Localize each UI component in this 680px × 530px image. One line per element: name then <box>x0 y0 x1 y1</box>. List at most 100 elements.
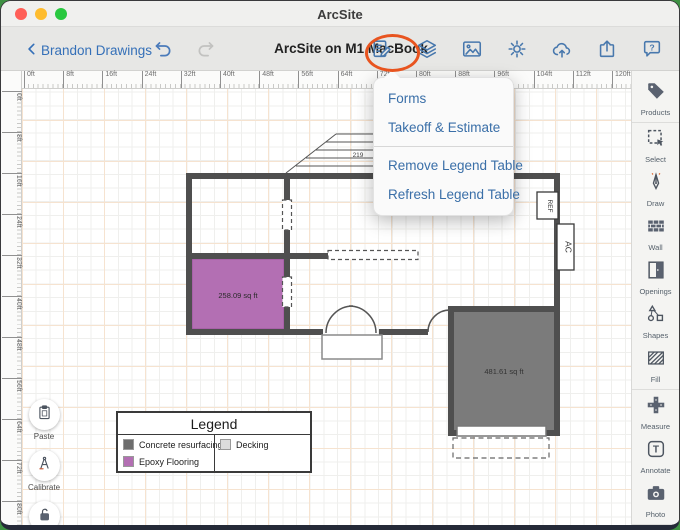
undo-icon[interactable] <box>153 39 174 65</box>
ac-fixture[interactable]: AC <box>557 224 574 270</box>
legend-entry-label: Decking <box>236 440 269 450</box>
help-icon[interactable]: ? <box>641 38 663 60</box>
single-door[interactable] <box>428 310 450 332</box>
svg-text:T: T <box>652 445 659 456</box>
form-edit-icon[interactable] <box>371 38 393 60</box>
ruler-vertical: 0ft8ft16ft24ft32ft40ft48ft56ft64ft72ft80… <box>1 71 22 530</box>
shapes-icon <box>645 303 667 330</box>
ruler-tick-label: 16ft <box>2 173 22 211</box>
menu-item-takeoff-estimate[interactable]: Takeoff & Estimate <box>374 113 513 142</box>
decking-dimension-label: 219 <box>353 152 364 159</box>
calibrate-icon <box>36 455 53 477</box>
ruler-tick-label: 40ft <box>2 296 22 334</box>
ruler-tick-label: 64ft <box>2 419 22 457</box>
menu-caret <box>384 70 400 78</box>
tool-select[interactable]: Select <box>632 124 679 168</box>
ruler-tick-label: 56ft <box>2 378 22 416</box>
ruler-tick-label: 32ft <box>181 71 196 88</box>
calibrate-button[interactable]: Calibrate <box>28 450 60 492</box>
lock-button[interactable]: Lock <box>28 501 60 530</box>
chevron-left-icon <box>25 40 39 61</box>
tool-wall[interactable]: Wall <box>632 212 679 256</box>
menu-separator <box>374 146 513 147</box>
paste-label: Paste <box>34 432 54 441</box>
paste-button[interactable]: Paste <box>28 399 60 441</box>
ruler-tick-label: 8ft <box>2 132 22 170</box>
ruler-tick-label: 0ft <box>24 71 35 88</box>
redo-icon[interactable] <box>195 39 216 65</box>
ruler-tick-label: 24ft <box>142 71 157 88</box>
menu-item-refresh-legend-table[interactable]: Refresh Legend Table <box>374 180 513 209</box>
tool-photo[interactable]: Photo <box>632 479 679 523</box>
drawing-canvas[interactable]: 219 <box>22 89 633 530</box>
legend-entry: Concrete resurfacing <box>123 439 209 450</box>
ruler-tick-label: 8ft <box>63 71 74 88</box>
app-window: ArcSite Brandon Drawings ArcSite on M1 M… <box>0 0 680 530</box>
tool-measure[interactable]: Measure <box>632 391 679 435</box>
ruler-tick-label: 48ft <box>259 71 274 88</box>
double-door[interactable] <box>326 306 376 333</box>
legend-entry-label: Epoxy Flooring <box>139 457 199 467</box>
floor-plan[interactable]: 219 <box>22 89 633 530</box>
tool-draw[interactable]: Draw <box>632 168 679 212</box>
ruler-tick-label: 120ft <box>612 71 631 88</box>
menu-item-forms[interactable]: Forms <box>374 84 513 113</box>
tool-fill[interactable]: Fill <box>632 344 679 388</box>
back-button[interactable]: Brandon Drawings <box>25 40 152 61</box>
epoxy-swatch <box>123 456 134 467</box>
settings-gear-icon[interactable] <box>506 38 528 60</box>
ref-label: REF <box>546 200 553 213</box>
titlebar: ArcSite <box>1 1 679 27</box>
cloud-sync-icon[interactable] <box>551 38 573 60</box>
legend-title: Legend <box>118 413 310 435</box>
hatch-fill-icon <box>645 347 667 374</box>
paste-icon <box>36 404 53 426</box>
ruler-tick-label: 104ft <box>534 71 553 88</box>
pen-icon <box>645 171 667 198</box>
garage-door[interactable] <box>457 426 546 436</box>
concrete-swatch <box>123 439 134 450</box>
select-icon <box>645 127 667 154</box>
legend-entry-label: Concrete resurfacing <box>139 440 223 450</box>
ac-label: AC <box>564 241 574 253</box>
brick-wall-icon <box>645 215 667 242</box>
toolbar: Brandon Drawings ArcSite on M1 MacBook <box>1 27 679 71</box>
ruler-cross-icon <box>645 394 667 421</box>
ruler-horizontal: 0ft8ft16ft24ft32ft40ft48ft56ft64ft72ft80… <box>22 71 633 89</box>
ruler-tick-label: 48ft <box>2 337 22 375</box>
image-icon[interactable] <box>461 38 483 60</box>
ruler-tick-label: 40ft <box>220 71 235 88</box>
entry-stoop[interactable] <box>322 335 382 359</box>
concrete-room-area-label: 481.61 sq ft <box>484 367 524 376</box>
ruler-tick-label: 32ft <box>2 255 22 293</box>
ruler-tick-label: 16ft <box>102 71 117 88</box>
lock-icon <box>36 506 53 528</box>
legend-entry: Epoxy Flooring <box>123 456 209 467</box>
ref-fixture[interactable]: REF <box>537 192 558 219</box>
svg-text:?: ? <box>649 42 654 52</box>
app-title: ArcSite <box>1 7 679 22</box>
legend-table[interactable]: Legend Concrete resurfacing Epoxy Floori… <box>116 411 312 473</box>
ruler-tick-label: 112ft <box>573 71 591 88</box>
tool-annotate[interactable]: T Annotate <box>632 435 679 479</box>
ruler-tick-label: 24ft <box>2 214 22 252</box>
share-icon[interactable] <box>596 38 618 60</box>
tool-products[interactable]: Products <box>632 77 679 121</box>
tool-shapes[interactable]: Shapes <box>632 300 679 344</box>
menu-item-remove-legend-table[interactable]: Remove Legend Table <box>374 151 513 180</box>
door-icon <box>645 259 667 286</box>
camera-icon <box>645 482 667 509</box>
decking-swatch <box>220 439 231 450</box>
sidebar-separator <box>632 389 679 390</box>
layers-icon[interactable] <box>416 38 438 60</box>
sidebar-separator <box>632 122 679 123</box>
back-button-label: Brandon Drawings <box>41 43 152 58</box>
tool-openings[interactable]: Openings <box>632 256 679 300</box>
dropdown-menu: Forms Takeoff & Estimate Remove Legend T… <box>373 77 514 216</box>
text-box-icon: T <box>645 438 667 465</box>
legend-entry: Decking <box>220 439 305 450</box>
tool-edit[interactable]: Edit <box>632 526 679 530</box>
ruler-tick-label: 72ft <box>2 460 22 498</box>
toolbar-icons: ? <box>371 38 663 60</box>
garage-door-swing[interactable] <box>453 438 549 458</box>
